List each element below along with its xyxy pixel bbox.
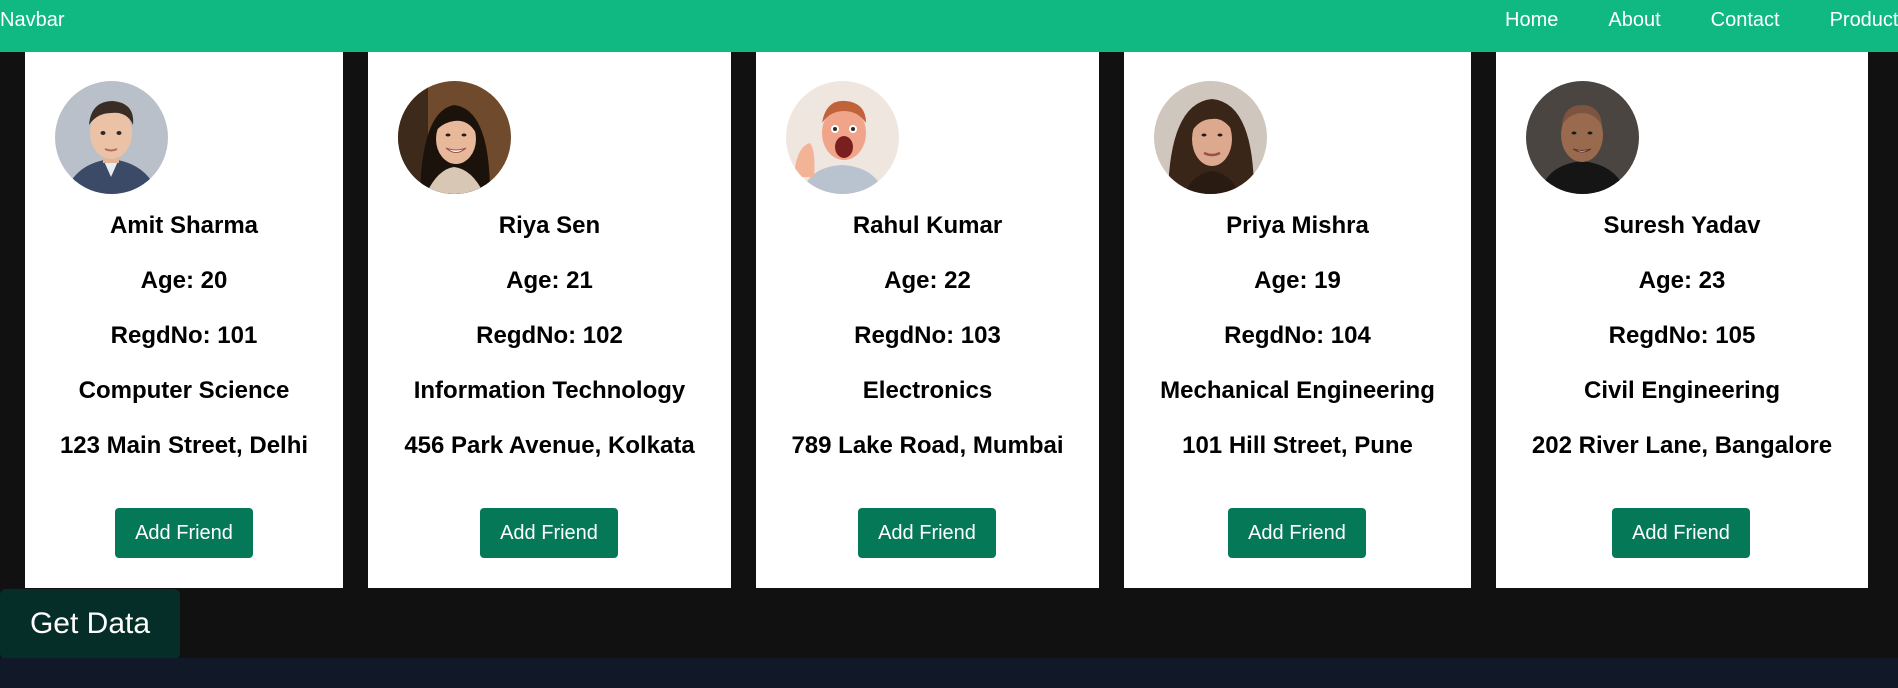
nav-link-product[interactable]: Product <box>1830 8 1898 32</box>
student-regd-no: RegdNo: 105 <box>1608 322 1756 349</box>
add-friend-button[interactable]: Add Friend <box>480 508 618 558</box>
student-card: Amit Sharma Age: 20 RegdNo: 101 Computer… <box>25 52 343 588</box>
student-regd-no: RegdNo: 104 <box>1224 322 1371 349</box>
nav-link-contact[interactable]: Contact <box>1711 8 1780 32</box>
nav-link-about[interactable]: About <box>1608 8 1660 32</box>
student-regd-no: RegdNo: 102 <box>476 322 623 349</box>
avatar <box>786 81 899 194</box>
student-name: Rahul Kumar <box>852 212 1003 239</box>
student-card: Rahul Kumar Age: 22 RegdNo: 103 Electron… <box>756 52 1099 588</box>
nav-link-home[interactable]: Home <box>1505 8 1558 32</box>
add-friend-button[interactable]: Add Friend <box>115 508 253 558</box>
student-regd-no: RegdNo: 101 <box>110 322 258 349</box>
student-address: 202 River Lane, Bangalore <box>1531 432 1833 459</box>
avatar <box>398 81 511 194</box>
student-branch: Information Technology <box>413 377 686 404</box>
student-branch: Mechanical Engineering <box>1160 377 1435 404</box>
add-friend-button[interactable]: Add Friend <box>1612 508 1750 558</box>
student-age: Age: 19 <box>1254 267 1341 294</box>
student-regd-no: RegdNo: 103 <box>854 322 1001 349</box>
student-address: 101 Hill Street, Pune <box>1182 432 1413 459</box>
navbar-brand[interactable]: Navbar <box>0 8 64 32</box>
student-name: Riya Sen <box>498 212 601 239</box>
student-age: Age: 21 <box>506 267 593 294</box>
student-card: Priya Mishra Age: 19 RegdNo: 104 Mechani… <box>1124 52 1471 588</box>
student-card: Riya Sen Age: 21 RegdNo: 102 Information… <box>368 52 731 588</box>
student-age: Age: 20 <box>140 267 228 294</box>
student-branch: Computer Science <box>78 377 290 404</box>
add-friend-button[interactable]: Add Friend <box>858 508 996 558</box>
student-name: Suresh Yadav <box>1603 212 1761 239</box>
student-address: 456 Park Avenue, Kolkata <box>404 432 695 459</box>
footer-strip <box>0 658 1898 688</box>
student-age: Age: 23 <box>1638 267 1726 294</box>
navbar: Navbar Home About Contact Product <box>0 0 1898 52</box>
student-age: Age: 22 <box>884 267 971 294</box>
avatar <box>1526 81 1639 194</box>
student-branch: Electronics <box>862 377 993 404</box>
student-name: Amit Sharma <box>109 212 259 239</box>
student-name: Priya Mishra <box>1226 212 1369 239</box>
avatar <box>55 81 168 194</box>
avatar <box>1154 81 1267 194</box>
nav-links: Home About Contact Product <box>1505 8 1898 32</box>
get-data-button[interactable]: Get Data <box>0 589 180 659</box>
student-address: 789 Lake Road, Mumbai <box>791 432 1064 459</box>
add-friend-button[interactable]: Add Friend <box>1228 508 1366 558</box>
student-card: Suresh Yadav Age: 23 RegdNo: 105 Civil E… <box>1496 52 1868 588</box>
student-branch: Civil Engineering <box>1583 377 1781 404</box>
student-address: 123 Main Street, Delhi <box>59 432 309 459</box>
